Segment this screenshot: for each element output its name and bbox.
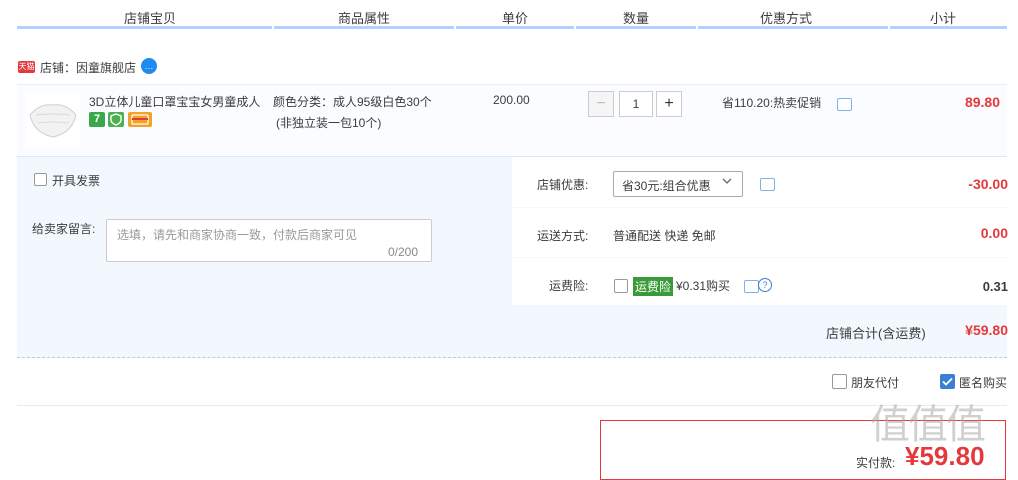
insurance-label: 运费险: bbox=[549, 279, 589, 293]
table-header: 店铺宝贝 商品属性 单价 数量 优惠方式 小计 bbox=[17, 0, 1007, 30]
unit-price: 200.00 bbox=[493, 93, 530, 107]
anonymous-checkbox[interactable] bbox=[940, 374, 955, 389]
header-divider bbox=[576, 26, 696, 29]
insurance-value: 0.31 bbox=[982, 279, 1008, 294]
invoice-checkbox[interactable] bbox=[34, 173, 47, 186]
column-header-attributes: 商品属性 bbox=[337, 11, 390, 26]
column-header-discount: 优惠方式 bbox=[759, 11, 812, 26]
header-divider bbox=[17, 26, 272, 29]
chevron-down-icon bbox=[722, 178, 732, 184]
header-divider bbox=[890, 26, 1007, 29]
chat-bubble-icon[interactable]: … bbox=[141, 58, 157, 74]
insurance-price: ¥0.31购买 bbox=[676, 279, 731, 293]
quantity-increase-button[interactable]: + bbox=[656, 91, 682, 117]
product-thumbnail[interactable] bbox=[26, 93, 80, 147]
column-header-price: 单价 bbox=[501, 11, 528, 26]
site-watermark: 值值值 bbox=[870, 403, 986, 447]
invoice-label: 开具发票 bbox=[52, 174, 101, 188]
product-attribute-note: (非独立装一包10个) bbox=[276, 116, 382, 130]
shop-discount-label: 店铺优惠: bbox=[537, 178, 589, 192]
header-divider bbox=[274, 26, 454, 29]
item-subtotal: 89.80 bbox=[964, 94, 1000, 110]
comment-icon[interactable] bbox=[744, 280, 759, 293]
anonymous-label: 匿名购买 bbox=[959, 376, 1008, 390]
message-placeholder: 选填，请先和商家协商一致，付款后商家可见 bbox=[117, 228, 358, 242]
insurance-checkbox[interactable] bbox=[614, 279, 628, 293]
seven-day-return-icon[interactable]: 7 bbox=[89, 112, 105, 127]
header-divider bbox=[456, 26, 574, 29]
product-title-link[interactable]: 3D立体儿童口罩宝宝女男童成人 bbox=[89, 93, 269, 110]
friend-pay-checkbox[interactable] bbox=[832, 374, 847, 389]
row-divider bbox=[512, 207, 1007, 208]
insurance-badge: 运费险 bbox=[633, 277, 674, 296]
quantity-decrease-button[interactable]: − bbox=[588, 91, 614, 117]
shop-total-label: 店铺合计(含运费) bbox=[826, 326, 926, 341]
friend-pay-label: 朋友代付 bbox=[851, 376, 900, 390]
comment-icon[interactable] bbox=[837, 98, 852, 111]
payment-label: 实付款: bbox=[856, 456, 896, 470]
product-attribute-color: 颜色分类：成人95级白色30个 bbox=[273, 95, 432, 109]
column-header-item: 店铺宝贝 bbox=[123, 11, 176, 26]
credit-card-icon[interactable] bbox=[128, 112, 152, 127]
help-question-icon[interactable]: ? bbox=[758, 278, 772, 292]
header-divider bbox=[698, 26, 888, 29]
column-header-subtotal: 小计 bbox=[929, 11, 956, 26]
column-header-quantity: 数量 bbox=[622, 11, 649, 26]
shipping-value: 0.00 bbox=[980, 225, 1008, 241]
message-label: 给卖家留言: bbox=[32, 222, 96, 236]
message-char-count: 0/200 bbox=[388, 245, 419, 259]
shipping-method: 普通配送 快递 免邮 bbox=[613, 229, 716, 243]
row-divider bbox=[512, 257, 1007, 258]
tmall-logo: 天猫 bbox=[18, 61, 35, 73]
guarantee-shield-icon[interactable] bbox=[108, 112, 124, 127]
shop-name-link[interactable]: 店铺：因童旗舰店 bbox=[40, 59, 136, 76]
quantity-input[interactable]: 1 bbox=[619, 91, 653, 117]
shop-total-value: ¥59.80 bbox=[965, 322, 1008, 338]
shipping-label: 运送方式: bbox=[537, 229, 589, 243]
comment-icon[interactable] bbox=[760, 178, 775, 191]
item-promotion: 省110.20:热卖促销 bbox=[722, 96, 822, 110]
section-divider bbox=[17, 405, 1007, 406]
shop-discount-value: -30.00 bbox=[968, 176, 1008, 192]
shop-discount-selected: 省30元:组合优惠 bbox=[622, 179, 711, 193]
